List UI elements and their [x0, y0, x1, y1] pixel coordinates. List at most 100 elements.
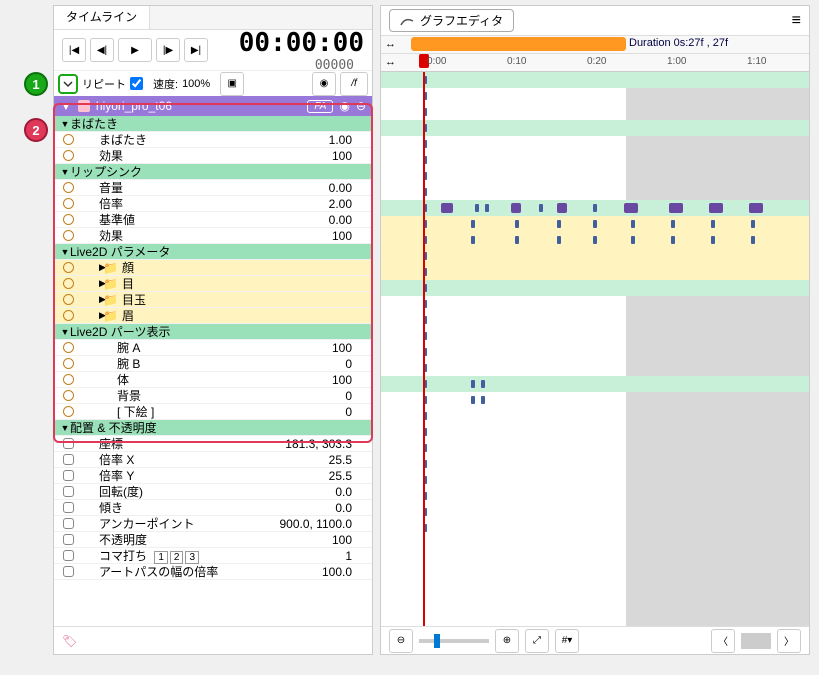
property-row[interactable]: 座標181.3, 303.3 [54, 436, 372, 452]
property-row[interactable]: 傾き0.0 [54, 500, 372, 516]
keyframe[interactable] [671, 220, 675, 228]
timeline-lane[interactable] [381, 104, 809, 120]
record-button[interactable]: ◉ [312, 72, 336, 96]
property-row[interactable]: ▶📁眉 [54, 308, 372, 324]
keyframe[interactable] [515, 220, 519, 228]
scroll-handle-icon[interactable]: ↔ [385, 38, 396, 50]
timeline-lane[interactable] [381, 136, 809, 152]
duration-bar[interactable]: ↔ Duration 0s:27f , 27f [381, 36, 809, 54]
keyframe-cluster[interactable] [749, 203, 763, 213]
timeline-lane[interactable] [381, 184, 809, 200]
keyframe[interactable] [557, 220, 561, 228]
keyframe-cluster[interactable] [557, 203, 567, 213]
timeline-lane[interactable] [381, 120, 809, 136]
timeline-lane[interactable] [381, 168, 809, 184]
tag-icon[interactable]: 🏷 [62, 634, 77, 648]
property-row[interactable]: 効果100 [54, 228, 372, 244]
track-header[interactable]: ▼ hiyori_pro_t06 FA ◉ ⊖ [54, 96, 372, 116]
timeline-lane[interactable] [381, 264, 809, 280]
property-row[interactable]: 体100 [54, 372, 372, 388]
timeline-lane[interactable] [381, 312, 809, 328]
keyframe-cluster[interactable] [624, 203, 638, 213]
step-back-button[interactable]: ◀| [90, 38, 114, 62]
property-row[interactable]: 背景0 [54, 388, 372, 404]
speed-value[interactable]: 100% [182, 78, 210, 90]
frame-mode-button[interactable]: /f [340, 72, 368, 96]
keyframe[interactable] [631, 236, 635, 244]
property-list[interactable]: ▼まばたきまばたき1.00効果100▼リップシンク音量0.00倍率2.00基準値… [54, 116, 372, 626]
timeline-lane[interactable] [381, 248, 809, 264]
property-row[interactable]: ▼リップシンク [54, 164, 372, 180]
playhead-line[interactable] [423, 72, 425, 626]
zoom-out-button[interactable]: ⊖ [389, 629, 413, 653]
scroll-left-button[interactable]: 〈 [711, 629, 735, 653]
keyframe[interactable] [593, 204, 597, 212]
keyframe[interactable] [593, 220, 597, 228]
keyframe[interactable] [751, 236, 755, 244]
visibility-icon[interactable]: ◉ [339, 99, 349, 113]
timeline-lane[interactable] [381, 296, 809, 312]
timeline-lane[interactable] [381, 504, 809, 520]
timeline-lane[interactable] [381, 488, 809, 504]
snap-button[interactable]: #▾ [555, 629, 579, 653]
keyframe[interactable] [631, 220, 635, 228]
menu-icon[interactable]: ≡ [792, 12, 801, 30]
timeline-lane[interactable] [381, 424, 809, 440]
timeline-body[interactable] [381, 72, 809, 626]
property-row[interactable]: ▼Live2D パーツ表示 [54, 324, 372, 340]
keyframe[interactable] [539, 204, 543, 212]
step-forward-button[interactable]: |▶ [156, 38, 180, 62]
keyframe[interactable] [471, 380, 475, 388]
timeline-lane[interactable] [381, 520, 809, 536]
keyframe[interactable] [485, 204, 489, 212]
speed-preset-button[interactable]: ▣ [220, 72, 244, 96]
lock-icon[interactable]: ⊖ [356, 99, 366, 113]
property-row[interactable]: アンカーポイント900.0, 1100.0 [54, 516, 372, 532]
tab-timeline[interactable]: タイムライン [54, 6, 150, 29]
timeline-lane[interactable] [381, 360, 809, 376]
timeline-lane[interactable] [381, 408, 809, 424]
property-row[interactable]: ▶📁顔 [54, 260, 372, 276]
graph-editor-button[interactable]: グラフエディタ [389, 9, 514, 32]
timeline-lane[interactable] [381, 456, 809, 472]
expand-all-button[interactable] [58, 74, 78, 94]
keyframe[interactable] [481, 396, 485, 404]
timeline-lane[interactable] [381, 280, 809, 296]
keyframe[interactable] [711, 236, 715, 244]
zoom-slider[interactable] [419, 639, 489, 643]
property-row[interactable]: アートパスの幅の倍率100.0 [54, 564, 372, 580]
track-collapse-icon[interactable]: ▼ [60, 99, 72, 113]
keyframe[interactable] [557, 236, 561, 244]
timeline-lane[interactable] [381, 232, 809, 248]
timeline-lane[interactable] [381, 472, 809, 488]
keyframe-cluster[interactable] [441, 203, 453, 213]
property-row[interactable]: ▼配置 & 不透明度 [54, 420, 372, 436]
keyframe[interactable] [593, 236, 597, 244]
fit-button[interactable]: ⤢ [525, 629, 549, 653]
timeline-lane[interactable] [381, 200, 809, 216]
keyframe-cluster[interactable] [669, 203, 683, 213]
property-row[interactable]: [ 下絵 ]0 [54, 404, 372, 420]
timeline-lane[interactable] [381, 152, 809, 168]
scrollbar-thumb[interactable] [741, 633, 771, 649]
property-row[interactable]: 倍率2.00 [54, 196, 372, 212]
keyframe[interactable] [471, 220, 475, 228]
property-row[interactable]: 腕 A100 [54, 340, 372, 356]
keyframe-cluster[interactable] [709, 203, 723, 213]
keyframe[interactable] [711, 220, 715, 228]
property-row[interactable]: 回転(度)0.0 [54, 484, 372, 500]
property-row[interactable]: まばたき1.00 [54, 132, 372, 148]
fa-badge[interactable]: FA [307, 100, 333, 113]
play-button[interactable]: ▶ [118, 38, 152, 62]
duration-range[interactable] [411, 37, 626, 51]
property-row[interactable]: 基準値0.00 [54, 212, 372, 228]
time-ruler[interactable]: ↔ 0:00 0:10 0:20 1:00 1:10 [381, 54, 809, 72]
ruler-handle-icon[interactable]: ↔ [385, 56, 396, 68]
property-row[interactable]: ▼Live2D パラメータ [54, 244, 372, 260]
timeline-lane[interactable] [381, 344, 809, 360]
keyframe[interactable] [481, 380, 485, 388]
property-row[interactable]: コマ打ち 1231 [54, 548, 372, 564]
scroll-right-button[interactable]: 〉 [777, 629, 801, 653]
keyframe[interactable] [515, 236, 519, 244]
property-row[interactable]: ▼まばたき [54, 116, 372, 132]
